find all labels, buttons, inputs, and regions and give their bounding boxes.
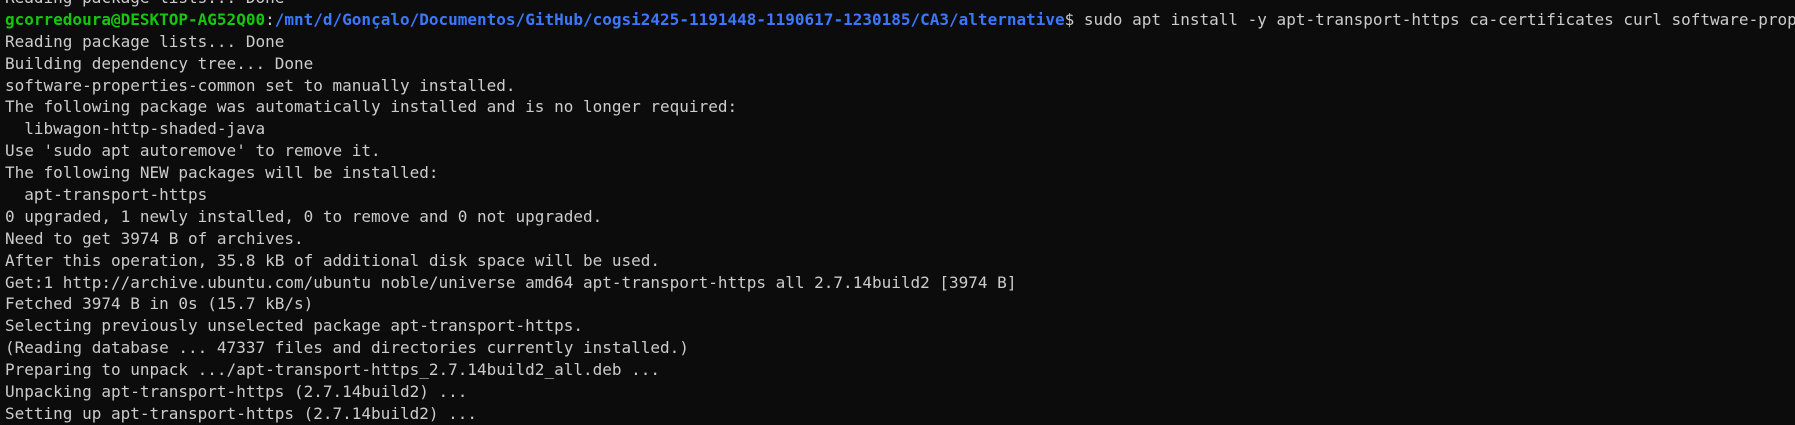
terminal-line: (Reading database ... 47337 files and di… [5, 338, 689, 358]
prompt-line: gcorredoura@DESKTOP-AG52Q00:/mnt/d/Gonça… [5, 9, 1795, 31]
prompt-symbol: $ [1064, 9, 1075, 29]
terminal-line-partial: Reading package lists... Done [5, 0, 1795, 9]
command-text: sudo apt install -y apt-transport-https … [1083, 9, 1795, 29]
terminal-line: Get:1 http://archive.ubuntu.com/ubuntu n… [5, 272, 1017, 292]
terminal-line: Selecting previously unselected package … [5, 316, 583, 336]
terminal-line: software-properties-common set to manual… [5, 75, 516, 95]
terminal-line: Need to get 3974 B of archives. [5, 228, 304, 248]
terminal-line: Fetched 3974 B in 0s (15.7 kB/s) [5, 294, 314, 314]
terminal-line: The following NEW packages will be insta… [5, 163, 439, 183]
terminal-line: 0 upgraded, 1 newly installed, 0 to remo… [5, 206, 603, 226]
terminal-line: Unpacking apt-transport-https (2.7.14bui… [5, 382, 468, 402]
terminal-line: After this operation, 35.8 kB of additio… [5, 250, 661, 270]
prompt-path: /mnt/d/Gonçalo/Documentos/GitHub/cogsi24… [274, 9, 1065, 29]
terminal-line: Setting up apt-transport-https (2.7.14bu… [5, 403, 478, 423]
terminal-line: Building dependency tree... Done [5, 53, 314, 73]
terminal-line: apt-transport-https [5, 185, 208, 205]
terminal-window[interactable]: Reading package lists... Done gcorredour… [0, 0, 1795, 425]
terminal-line: Use 'sudo apt autoremove' to remove it. [5, 141, 381, 161]
prompt-user-host: gcorredoura@DESKTOP-AG52Q00 [5, 9, 266, 29]
terminal-output: Reading package lists... Done gcorredour… [5, 0, 1795, 425]
terminal-line: Reading package lists... Done [5, 31, 285, 51]
terminal-line: Preparing to unpack .../apt-transport-ht… [5, 360, 661, 380]
terminal-line: libwagon-http-shaded-java [5, 119, 266, 139]
terminal-line: The following package was automatically … [5, 97, 738, 117]
prompt-separator: : [265, 9, 275, 29]
